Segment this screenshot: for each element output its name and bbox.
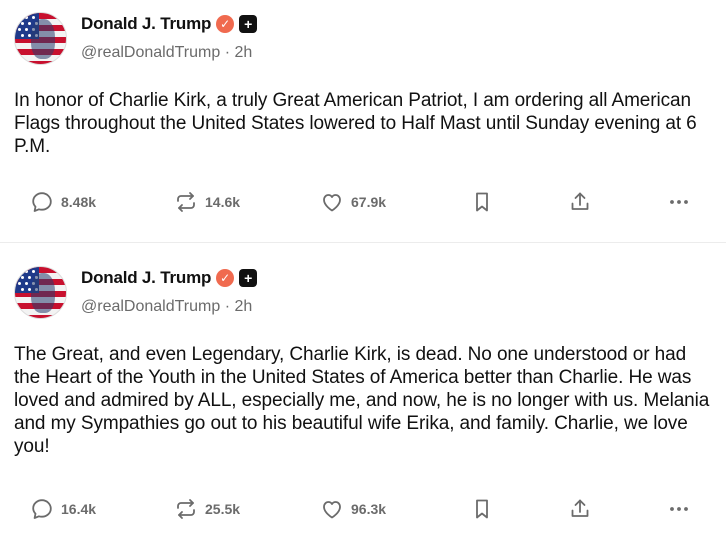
avatar-portrait — [31, 273, 55, 313]
post-text: The Great, and even Legendary, Charlie K… — [14, 344, 710, 457]
more-button[interactable] — [667, 189, 691, 215]
flag-star — [28, 276, 31, 279]
post-header: Donald J. Trump ✓ + @realDonaldTrump · 2… — [14, 12, 258, 65]
handle-row: @realDonaldTrump · 2h — [81, 44, 257, 62]
post-header: Donald J. Trump ✓ + @realDonaldTrump · 2… — [14, 266, 258, 319]
bookmark-button[interactable] — [470, 189, 494, 215]
more-dots-icon — [670, 200, 688, 204]
post-text: In honor of Charlie Kirk, a truly Great … — [14, 90, 697, 157]
reply-count: 8.48k — [61, 194, 97, 210]
flag-star — [25, 270, 28, 273]
flag-star — [32, 16, 35, 19]
reply-button[interactable]: 16.4k — [30, 496, 96, 522]
plus-badge-icon: + — [239, 15, 258, 33]
speech-bubble-icon — [32, 499, 52, 519]
post-time[interactable]: 2h — [235, 44, 253, 61]
bookmark-icon — [476, 192, 488, 212]
repost-arrows-icon — [177, 499, 195, 519]
plus-badge-icon: + — [239, 269, 258, 287]
verified-icon: ✓ — [216, 15, 235, 33]
reply-count: 16.4k — [61, 501, 97, 517]
repost-arrows-icon — [177, 192, 195, 212]
author-name[interactable]: Donald J. Trump — [81, 268, 211, 288]
post: Donald J. Trump ✓ + @realDonaldTrump · 2… — [0, 0, 726, 243]
action-bar: 8.48k 14.6k 67.9k — [30, 189, 700, 215]
speech-bubble-icon — [32, 192, 52, 212]
post: Donald J. Trump ✓ + @realDonaldTrump · 2… — [0, 244, 726, 538]
separator: · — [224, 44, 231, 61]
flag-star — [25, 282, 28, 285]
share-button[interactable] — [568, 189, 592, 215]
handle-row: @realDonaldTrump · 2h — [81, 298, 257, 316]
retruth-count: 14.6k — [205, 194, 241, 210]
bookmark-icon — [476, 499, 488, 519]
avatar[interactable] — [14, 12, 67, 65]
action-bar: 16.4k 25.5k 96.3k — [30, 496, 700, 522]
flag-star — [21, 34, 24, 37]
avatar-portrait — [31, 19, 55, 59]
retruth-button[interactable]: 14.6k — [174, 189, 240, 215]
flag-star — [25, 16, 28, 19]
share-button[interactable] — [568, 496, 592, 522]
like-button[interactable]: 96.3k — [320, 496, 386, 522]
flag-star — [28, 22, 31, 25]
name-row: Donald J. Trump ✓ + — [81, 13, 258, 35]
feed: Donald J. Trump ✓ + @realDonaldTrump · 2… — [0, 0, 726, 538]
separator: · — [224, 298, 231, 315]
retruth-count: 25.5k — [205, 501, 241, 517]
name-row: Donald J. Trump ✓ + — [81, 267, 258, 289]
flag-star — [21, 22, 24, 25]
flag-star — [18, 270, 21, 273]
heart-icon — [323, 501, 341, 519]
bookmark-button[interactable] — [470, 496, 494, 522]
more-dots-icon — [670, 507, 688, 511]
verified-icon: ✓ — [216, 269, 235, 287]
post-time[interactable]: 2h — [235, 298, 253, 315]
flag-star — [32, 270, 35, 273]
author-meta: Donald J. Trump ✓ + @realDonaldTrump · 2… — [81, 267, 258, 316]
author-handle[interactable]: @realDonaldTrump — [81, 298, 220, 315]
retruth-button[interactable]: 25.5k — [174, 496, 240, 522]
flag-star — [18, 282, 21, 285]
author-handle[interactable]: @realDonaldTrump — [81, 44, 220, 61]
like-count: 96.3k — [351, 501, 387, 517]
more-button[interactable] — [667, 496, 691, 522]
flag-star — [18, 16, 21, 19]
flag-star — [25, 28, 28, 31]
author-name[interactable]: Donald J. Trump — [81, 14, 211, 34]
like-count: 67.9k — [351, 194, 387, 210]
author-meta: Donald J. Trump ✓ + @realDonaldTrump · 2… — [81, 13, 258, 62]
share-upload-icon — [571, 499, 589, 517]
flag-star — [21, 276, 24, 279]
avatar[interactable] — [14, 266, 67, 319]
flag-star — [18, 28, 21, 31]
like-button[interactable]: 67.9k — [320, 189, 386, 215]
share-upload-icon — [571, 192, 589, 210]
reply-button[interactable]: 8.48k — [30, 189, 96, 215]
heart-icon — [323, 194, 341, 212]
flag-star — [21, 288, 24, 291]
